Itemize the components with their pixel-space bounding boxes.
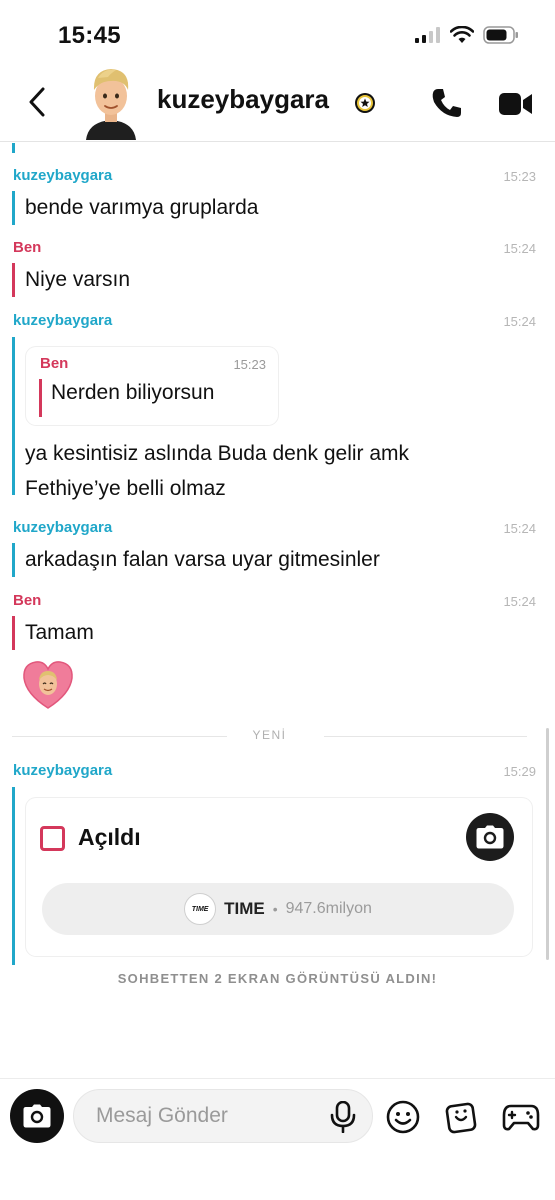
phone-icon xyxy=(432,89,461,117)
status-icons xyxy=(415,26,519,44)
camera-button[interactable] xyxy=(10,1089,64,1143)
wifi-icon xyxy=(450,26,474,43)
divider-label: YENİ xyxy=(252,728,287,742)
sender-name: Ben xyxy=(13,592,42,609)
new-messages-divider: YENİ xyxy=(12,728,527,744)
status-time: 15:45 xyxy=(58,22,121,49)
time-logo: TIME xyxy=(184,893,217,925)
camera-icon xyxy=(23,1104,51,1128)
lens-pill[interactable]: TIME TIME • 947.6milyon xyxy=(42,883,514,935)
video-camera-icon xyxy=(499,93,532,115)
composer-bar: Mesaj Gönder xyxy=(0,1078,555,1200)
message-bar xyxy=(12,787,15,965)
scrollbar[interactable] xyxy=(546,728,549,960)
battery-icon xyxy=(483,26,518,44)
snap-status: Açıldı xyxy=(78,824,141,850)
contact-name[interactable]: kuzeybaygara xyxy=(157,84,329,115)
call-button[interactable] xyxy=(430,86,464,120)
quote-bar xyxy=(39,379,42,417)
separator-dot: • xyxy=(272,901,278,917)
timestamp: 15:24 xyxy=(503,241,536,256)
status-bar: 15:45 xyxy=(0,0,555,60)
message-text[interactable]: Fethiye’ye belli olmaz xyxy=(12,472,226,506)
signal-icon xyxy=(415,27,440,43)
opened-snap-icon xyxy=(40,826,65,851)
chevron-left-icon xyxy=(29,87,45,117)
sender-name: kuzeybaygara xyxy=(13,519,113,536)
avatar[interactable] xyxy=(80,60,142,140)
message-text[interactable]: bende varımya gruplarda xyxy=(12,191,258,225)
sticker-icon[interactable] xyxy=(443,1099,479,1135)
game-controller-icon[interactable] xyxy=(502,1101,540,1133)
chat-area[interactable]: kuzeybaygara 15:23 bende varımya gruplar… xyxy=(0,143,555,1073)
screenshot-notice: SOHBETTEN 2 EKRAN GÖRÜNTÜSÜ ALDIN! xyxy=(117,971,438,986)
message-bar xyxy=(12,143,15,153)
sender-name: kuzeybaygara xyxy=(13,312,113,329)
quoted-message[interactable]: Ben 15:23 Nerden biliyorsun xyxy=(26,347,278,425)
sender-name: kuzeybaygara xyxy=(13,762,113,779)
sender-name: kuzeybaygara xyxy=(13,167,113,184)
back-button[interactable] xyxy=(22,84,52,120)
camera-icon xyxy=(476,825,504,849)
timestamp: 15:24 xyxy=(503,521,536,536)
lens-views: 947.6milyon xyxy=(285,900,372,917)
message-input-placeholder: Mesaj Gönder xyxy=(96,1104,228,1127)
quote-sender: Ben xyxy=(40,355,69,372)
lens-name: TIME xyxy=(224,899,265,918)
bitmoji-avatar-icon xyxy=(86,69,136,140)
chat-header: kuzeybaygara xyxy=(0,60,555,142)
message-text[interactable]: Niye varsın xyxy=(12,263,130,297)
video-call-button[interactable] xyxy=(498,88,534,120)
timestamp: 15:29 xyxy=(503,764,536,779)
star-badge-icon xyxy=(355,93,375,113)
bitmoji-heart-reaction-icon[interactable] xyxy=(22,660,74,710)
timestamp: 15:24 xyxy=(503,314,536,329)
emoji-icon[interactable] xyxy=(385,1099,421,1135)
message-input[interactable]: Mesaj Gönder xyxy=(73,1089,373,1143)
message-text[interactable]: arkadaşın falan varsa uyar gitmesinler xyxy=(12,543,380,577)
quote-text: Nerden biliyorsun xyxy=(51,381,215,404)
divider-line xyxy=(324,736,527,737)
quote-timestamp: 15:23 xyxy=(233,357,266,372)
message-text[interactable]: ya kesintisiz aslında Buda denk gelir am… xyxy=(12,437,409,471)
snap-card[interactable]: Açıldı TIME TIME • 947.6milyon xyxy=(26,798,532,956)
microphone-icon[interactable] xyxy=(328,1101,358,1133)
timestamp: 15:23 xyxy=(503,169,536,184)
reply-camera-button[interactable] xyxy=(466,813,514,861)
timestamp: 15:24 xyxy=(503,594,536,609)
sender-name: Ben xyxy=(13,239,42,256)
message-text[interactable]: Tamam xyxy=(12,616,94,650)
